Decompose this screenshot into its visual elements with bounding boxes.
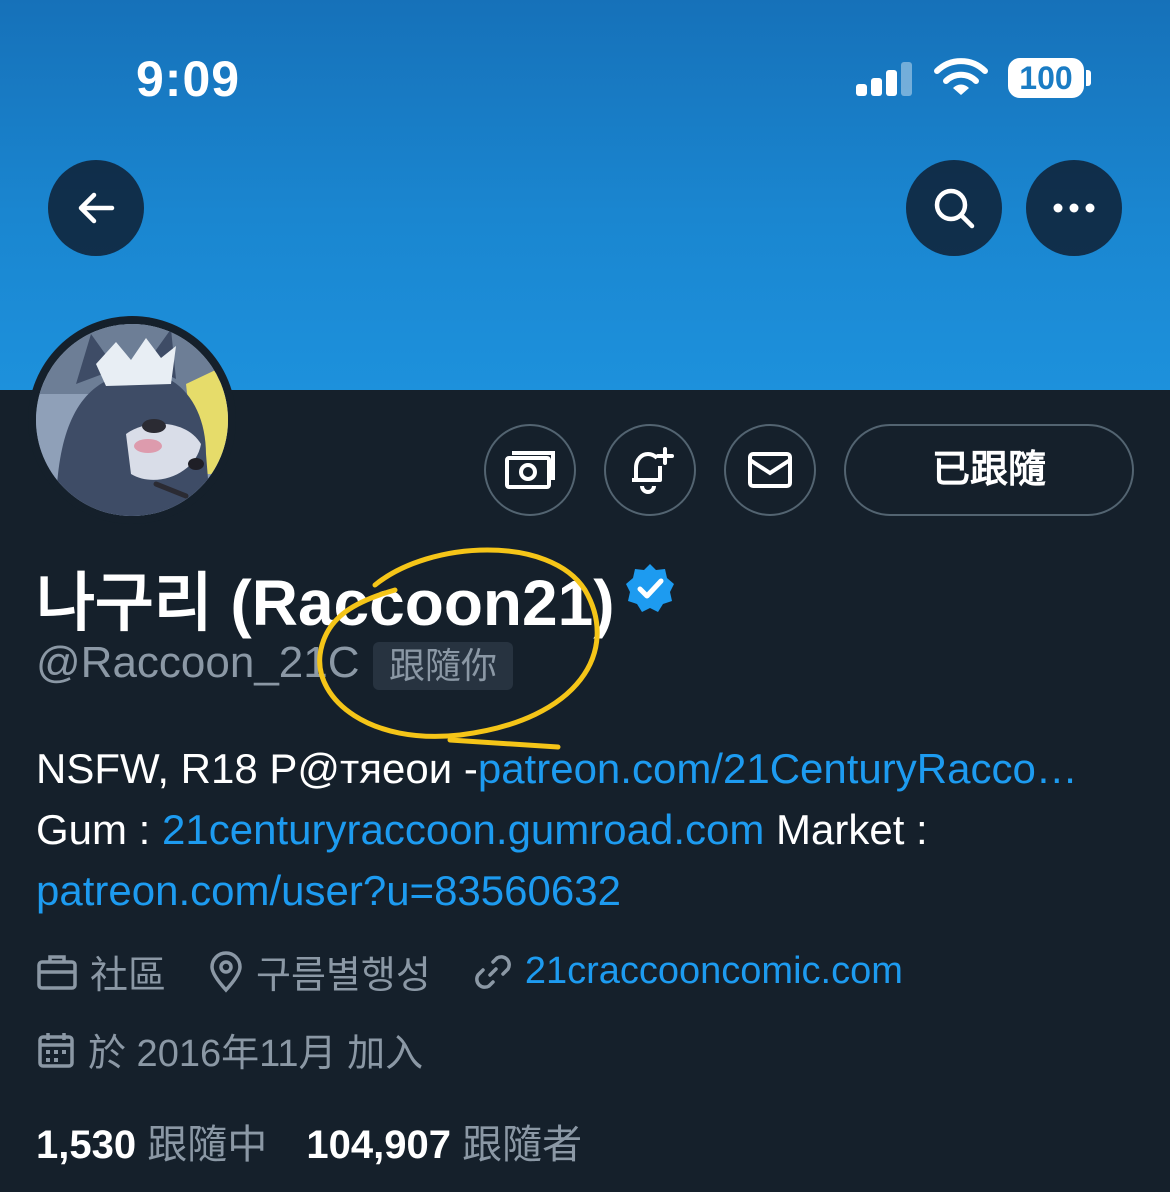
envelope-icon [748, 452, 792, 488]
more-icon [1053, 203, 1095, 213]
category-label: 社區 [90, 955, 167, 997]
patreon-link[interactable]: patreon.com/21CenturyRacco… [478, 745, 1078, 792]
calendar-icon [38, 1032, 74, 1068]
money-icon [505, 451, 555, 489]
following-label: 跟隨中 [147, 1123, 268, 1167]
location-item: 구름별행성 [208, 944, 431, 999]
raccoon-avatar-image [36, 324, 228, 516]
joined-row: 於 2016年11月 加入 [36, 1022, 465, 1077]
notifications-button[interactable] [604, 424, 696, 516]
wifi-icon [934, 58, 988, 95]
more-options-button[interactable] [1026, 160, 1122, 256]
highlight-circle-annotation [317, 547, 600, 750]
status-time: 9:09 [136, 51, 241, 107]
battery-level: 100 [1019, 60, 1073, 96]
verified-badge-icon [626, 564, 674, 612]
profile-bio: NSFW, R18 P@тяеои -patreon.com/21Century… [36, 738, 1136, 921]
briefcase-icon [37, 954, 77, 990]
follow-counts: 1,530 跟隨中 104,907 跟隨者 [36, 1112, 582, 1170]
bio-line1-text: NSFW, R18 P@тяеои - [36, 745, 478, 792]
message-button[interactable] [724, 424, 816, 516]
following-button[interactable]: 已跟隨 [844, 424, 1134, 516]
joined-label: 於 2016年11月 加入 [88, 1033, 424, 1075]
website-link[interactable]: 21craccooncomic.com [525, 950, 903, 993]
website-item[interactable]: 21craccooncomic.com [473, 950, 903, 993]
link-icon [474, 954, 511, 989]
avatar[interactable] [36, 324, 228, 516]
followers-label: 跟隨者 [462, 1123, 583, 1167]
location-pin-icon [210, 950, 242, 993]
bio-line2-text: Gum : [36, 806, 163, 853]
following-stat[interactable]: 1,530 跟隨中 [36, 1123, 267, 1167]
tip-button[interactable] [484, 424, 576, 516]
bio-line2-suffix: Market : [764, 806, 928, 853]
followers-count: 104,907 [306, 1123, 451, 1167]
patreon-user-link[interactable]: patreon.com/user?u=83560632 [36, 867, 621, 914]
search-icon [934, 188, 975, 229]
back-button[interactable] [48, 160, 144, 256]
location-label: 구름별행성 [256, 955, 431, 997]
bell-plus-icon [632, 447, 674, 494]
battery-cap [1086, 70, 1091, 86]
followers-stat[interactable]: 104,907 跟隨者 [306, 1123, 582, 1167]
joined-item: 於 2016年11月 加入 [36, 1022, 423, 1077]
cellular-signal-icon [856, 62, 914, 96]
battery-icon: 100 [1008, 58, 1084, 98]
profile-meta-row: 社區 구름별행성 21craccooncomic.com [36, 944, 945, 999]
gumroad-link[interactable]: 21centuryraccoon.gumroad.com [162, 806, 764, 853]
category-item: 社區 [36, 944, 166, 999]
following-count: 1,530 [36, 1123, 137, 1167]
back-arrow-icon [78, 192, 115, 224]
search-button[interactable] [906, 160, 1002, 256]
